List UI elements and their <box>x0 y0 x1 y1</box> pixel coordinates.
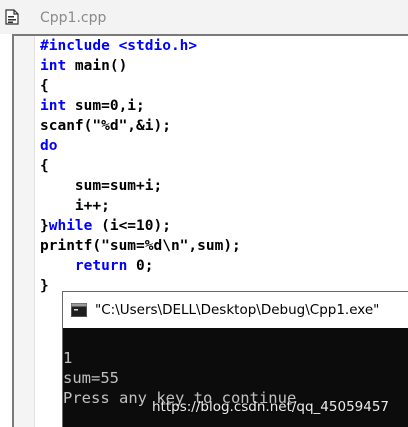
code-line[interactable]: int sum=0,i; <box>40 96 408 116</box>
code-token: } <box>40 218 49 234</box>
code-keyword: #include <stdio.h> <box>40 38 198 54</box>
editor-gutter <box>14 36 35 427</box>
code-token: { <box>40 78 49 94</box>
code-keyword: do <box>40 138 58 154</box>
editor-titlebar[interactable]: Cpp1.cpp <box>0 0 408 34</box>
editor-file-title: Cpp1.cpp <box>40 10 107 26</box>
code-token: main() <box>66 58 128 74</box>
code-line[interactable]: printf("sum=%d\n",sum); <box>40 236 408 256</box>
code-token: } <box>40 278 49 294</box>
code-line[interactable]: do <box>40 136 408 156</box>
code-line[interactable]: { <box>40 76 408 96</box>
code-token: i++; <box>40 198 110 214</box>
code-keyword: int <box>40 98 67 114</box>
code-token: { <box>40 158 49 174</box>
code-line[interactable]: }while (i<=10); <box>40 216 408 236</box>
code-line[interactable]: i++; <box>40 196 408 216</box>
code-token: sum=sum+i; <box>40 178 163 194</box>
console-titlebar[interactable]: "C:\Users\DELL\Desktop\Debug\Cpp1.exe" <box>63 292 408 328</box>
code-text-area[interactable]: #include <stdio.h> int main() { int sum=0,i… <box>40 36 408 296</box>
cpp-source-file-icon <box>4 9 20 25</box>
code-line[interactable]: scanf("%d",&i); <box>40 116 408 136</box>
console-output-line: sum=55 <box>63 369 119 387</box>
console-window-icon <box>71 302 87 317</box>
console-title: "C:\Users\DELL\Desktop\Debug\Cpp1.exe" <box>95 302 380 318</box>
code-line[interactable]: int main() <box>40 56 408 76</box>
code-keyword: int <box>40 58 67 74</box>
code-line[interactable]: return 0; <box>40 256 408 276</box>
screenshot-root: Cpp1.cpp #include <stdio.h> int main() { in… <box>0 0 408 427</box>
code-keyword: while <box>48 218 93 234</box>
code-token: sum=0,i; <box>66 98 145 114</box>
code-keyword: return <box>74 258 128 274</box>
code-token: scanf("%d",&i); <box>40 118 171 134</box>
code-line[interactable]: { <box>40 156 408 176</box>
code-token: printf("sum=%d\n",sum); <box>40 238 241 254</box>
console-output-line: 1 <box>63 349 73 367</box>
watermark-text: https://blog.csdn.net/qq_45059457 <box>152 399 390 415</box>
code-token: (i<=10); <box>92 218 171 234</box>
code-line[interactable]: #include <stdio.h> <box>40 36 408 56</box>
code-line[interactable]: sum=sum+i; <box>40 176 408 196</box>
code-token: 0; <box>127 258 154 274</box>
